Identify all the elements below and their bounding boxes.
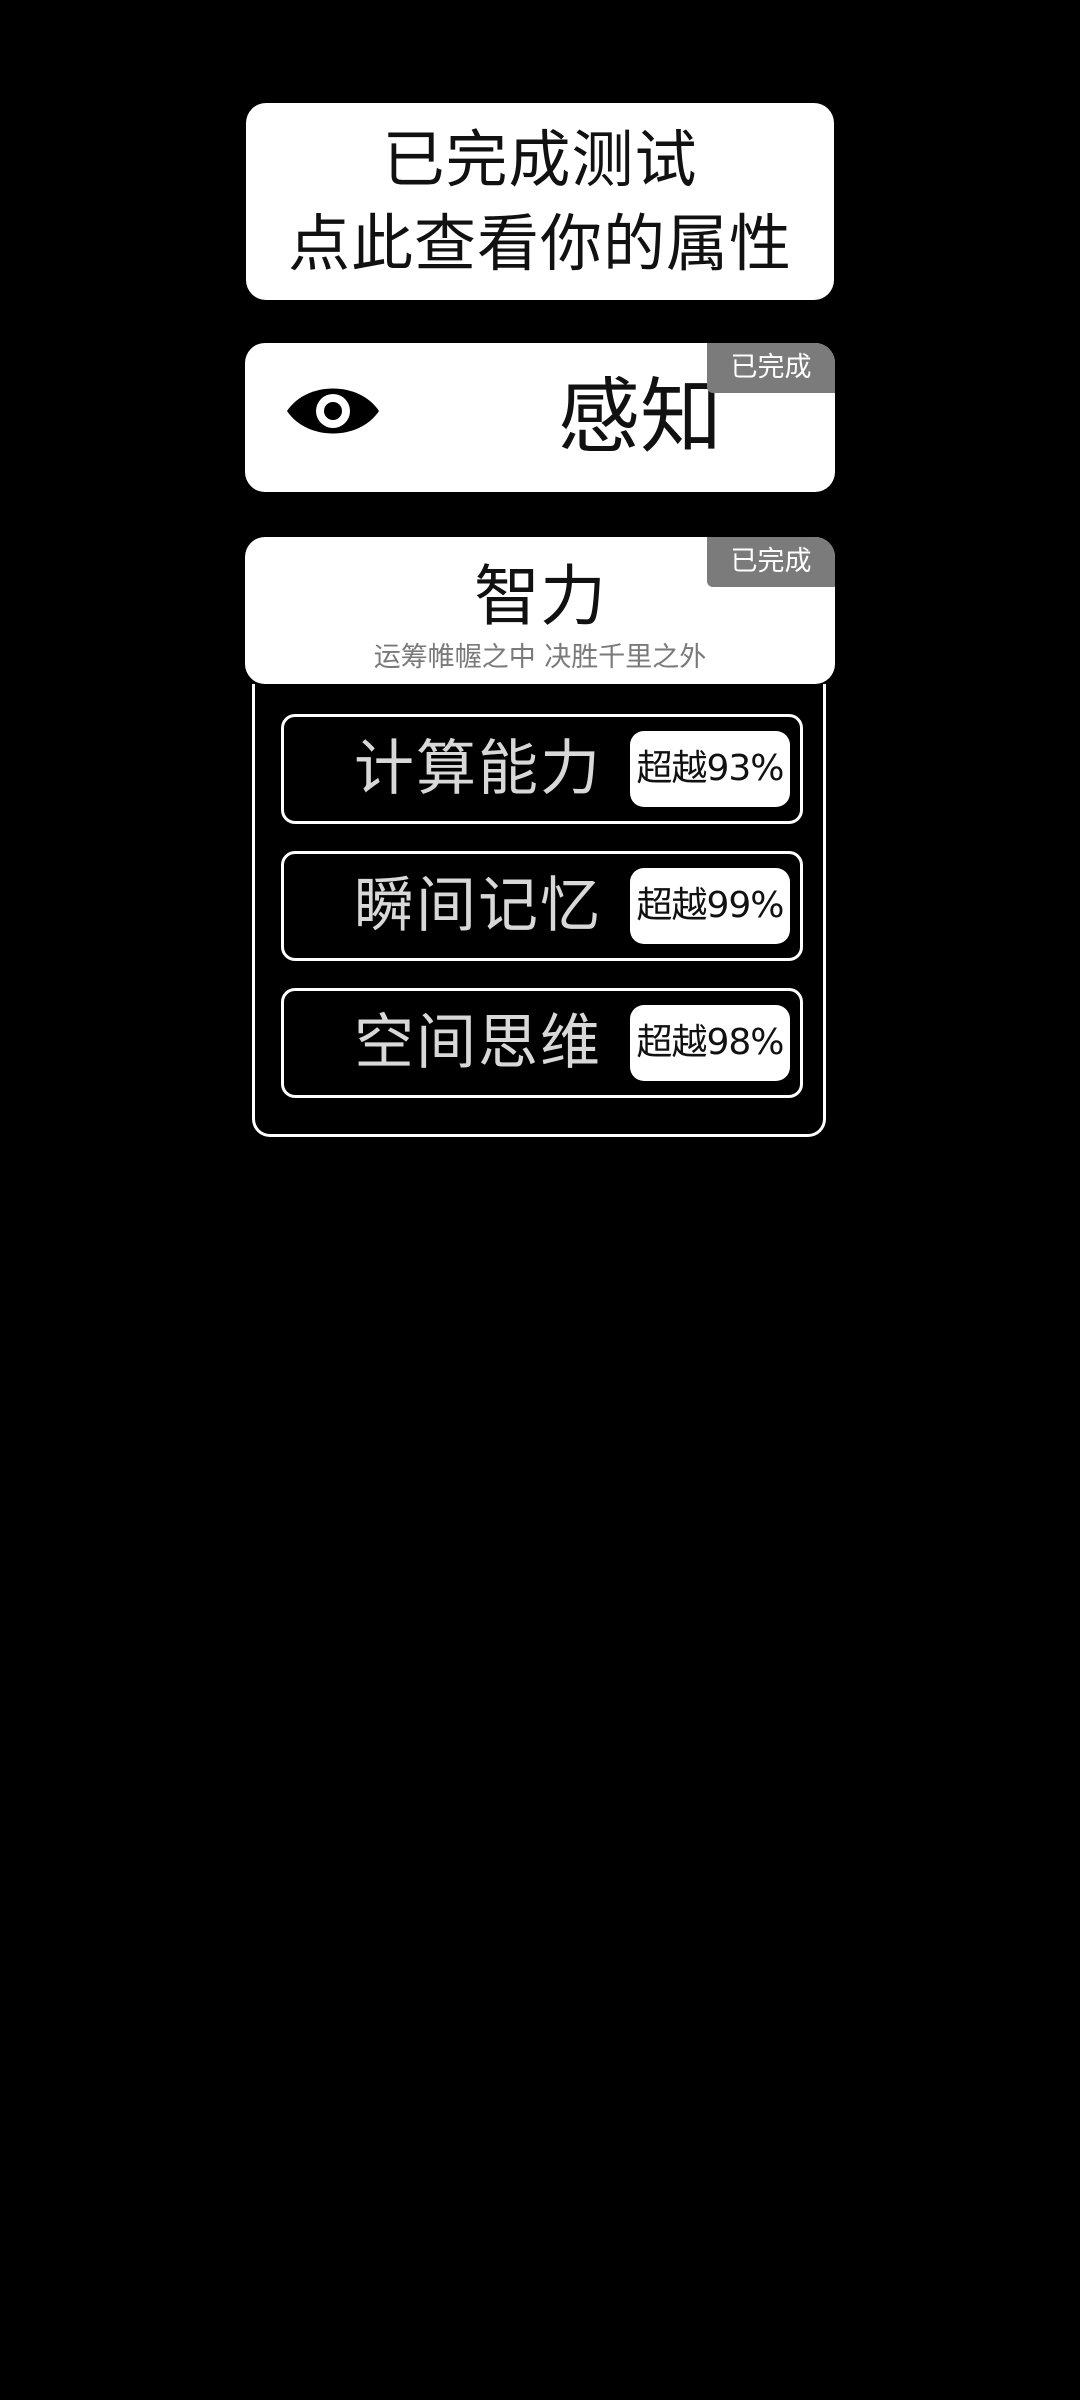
intelligence-subtitle: 运筹帷幄之中 决胜千里之外 [373, 642, 707, 673]
intelligence-card[interactable]: 智力 运筹帷幄之中 决胜千里之外 已完成 [245, 537, 835, 684]
score-badge: 超越99% [630, 868, 790, 944]
score-badge: 超越98% [630, 1005, 790, 1081]
sub-item-label: 计算能力 [354, 734, 602, 804]
sub-item-label: 瞬间记忆 [354, 871, 602, 941]
view-attributes-card[interactable]: 已完成测试 点此查看你的属性 [246, 103, 834, 300]
score-badge: 超越93% [630, 731, 790, 807]
sub-item-label: 空间思维 [354, 1008, 602, 1078]
test-complete-text: 已完成测试 [382, 122, 698, 196]
sub-item-memory[interactable]: 瞬间记忆 超越99% [281, 851, 803, 961]
perception-card[interactable]: 感知 已完成 [245, 343, 835, 492]
completed-badge: 已完成 [707, 537, 835, 587]
eye-icon [287, 388, 379, 434]
completed-badge: 已完成 [707, 343, 835, 393]
sub-item-spatial[interactable]: 空间思维 超越98% [281, 988, 803, 1098]
view-attributes-text: 点此查看你的属性 [287, 206, 792, 280]
sub-item-calculation[interactable]: 计算能力 超越93% [281, 714, 803, 824]
intelligence-detail-panel: 计算能力 超越93% 瞬间记忆 超越99% 空间思维 超越98% [252, 684, 826, 1137]
